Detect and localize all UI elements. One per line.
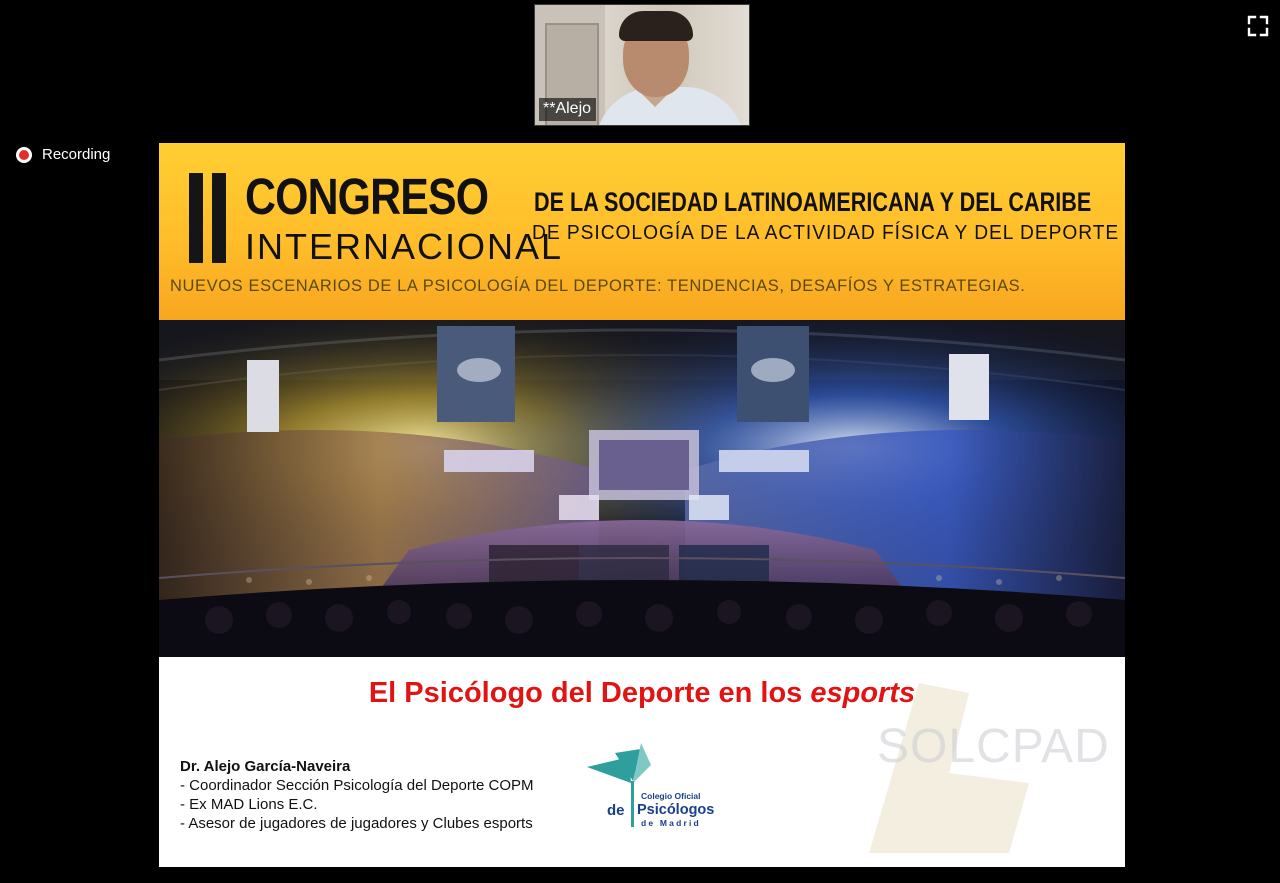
participant-video-tile[interactable]: **Alejo [534,4,750,126]
speaker-name: Dr. Alejo García-Naveira [180,758,351,775]
fullscreen-icon[interactable] [1247,15,1269,37]
recording-dot-icon [16,146,32,163]
congress-title: CONGRESO [245,168,489,225]
roman-numeral-mark [189,173,226,263]
speaker-role-2: - Ex MAD Lions E.C. [180,796,318,813]
congress-tagline: NUEVOS ESCENARIOS DE LA PSICOLOGÍA DEL D… [170,277,1026,295]
logo-line1: Colegio Oficial [641,791,701,801]
participant-name-tag: **Alejo [539,98,597,121]
logo-line3: de Madrid [641,818,701,828]
society-name-line2: DE PSICOLOGÍA DE LA ACTIVIDAD FÍSICA Y D… [532,222,1120,244]
congress-subtitle: INTERNACIONAL [245,226,564,267]
speaker-role-3: - Asesor de jugadores de jugadores y Clu… [180,815,533,832]
esports-arena-photo [159,320,1125,657]
participant-hair [619,11,693,41]
logo-line2: Psicólogos [637,802,714,818]
society-name-line1: DE LA SOCIEDAD LATINOAMERICANA Y DEL CAR… [534,187,1092,217]
speaker-info: Dr. Alejo García-Naveira - Coordinador S… [180,757,534,833]
copm-logo: Colegio Oficial de Psicólogos de Madrid [587,743,714,828]
recording-label: Recording [42,146,111,163]
congress-banner: CONGRESO INTERNACIONAL DE LA SOCIEDAD LA… [159,143,1125,320]
recording-indicator[interactable]: Recording [16,146,110,163]
shared-screen-slide: CONGRESO INTERNACIONAL DE LA SOCIEDAD LA… [159,143,1125,867]
speaker-role-1: - Coordinador Sección Psicología del Dep… [180,777,534,794]
solcpad-watermark: SOLCPAD [877,720,1110,773]
logo-line2-prefix: de [607,802,625,819]
